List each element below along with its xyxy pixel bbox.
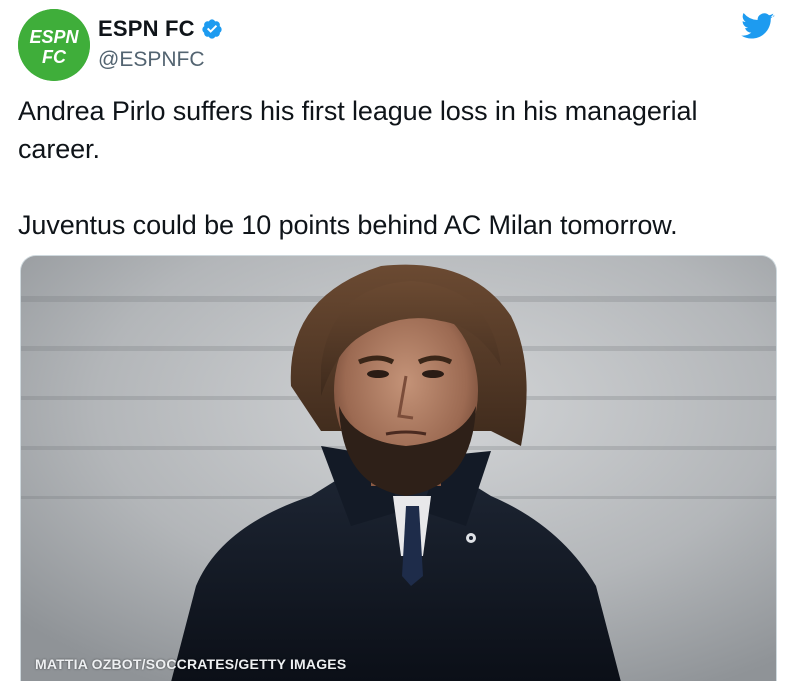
verified-badge-icon xyxy=(202,19,222,39)
author-block: ESPN FC @ESPNFC xyxy=(98,14,223,72)
tweet-paragraph-2: Juventus could be 10 points behind AC Mi… xyxy=(18,210,678,240)
espn-fc-logo: ESPN FC xyxy=(18,9,90,81)
author-handle[interactable]: @ESPNFC xyxy=(98,48,223,72)
tweet-paragraph-1: Andrea Pirlo suffers his first league lo… xyxy=(18,96,698,164)
avatar-text-line2: FC xyxy=(42,47,67,67)
avatar-text-line1: ESPN xyxy=(29,27,79,47)
tweet-card: ESPN FC ESPN FC @ESPNFC Andrea Pirlo suf… xyxy=(0,0,789,681)
tweet-media[interactable]: MATTIA OZBOT/SOCCRATES/GETTY IMAGES xyxy=(20,255,777,681)
author-name[interactable]: ESPN FC xyxy=(98,16,195,42)
portrait-photo xyxy=(21,256,776,681)
avatar[interactable]: ESPN FC xyxy=(18,9,90,81)
twitter-bird-icon[interactable] xyxy=(741,13,775,41)
photo-credit: MATTIA OZBOT/SOCCRATES/GETTY IMAGES xyxy=(35,656,347,672)
tweet-text: Andrea Pirlo suffers his first league lo… xyxy=(18,92,778,244)
author-name-row: ESPN FC xyxy=(98,14,223,44)
